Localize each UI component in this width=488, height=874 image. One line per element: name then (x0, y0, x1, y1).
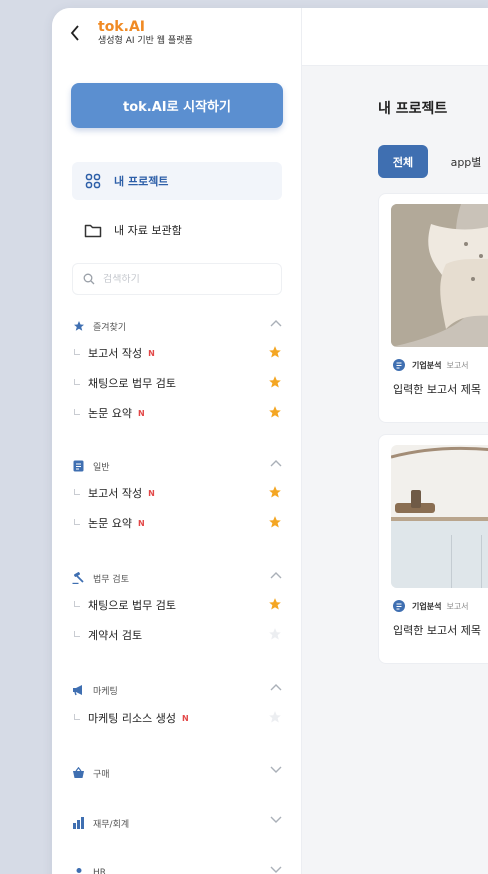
document-icon (393, 600, 405, 612)
top-bar (302, 8, 488, 66)
nav-label: 내 자료 보관함 (114, 224, 182, 237)
item-label: 계약서 검토 (88, 629, 143, 642)
chevron-down-icon[interactable] (270, 866, 282, 874)
star-icon[interactable] (268, 485, 282, 502)
star-icon[interactable] (268, 515, 282, 532)
item-label: 논문 요약 (88, 407, 132, 420)
start-button[interactable]: tok.AI로 시작하기 (71, 83, 283, 128)
sidebar: tok.AI 생성형 AI 기반 웹 플랫폼 tok.AI로 시작하기 내 프로… (52, 8, 302, 874)
search-icon (83, 273, 95, 285)
chevron-up-icon[interactable] (270, 459, 282, 470)
list-item[interactable]: 논문 요약 N (72, 513, 284, 533)
card-category: 기업분석 (412, 360, 442, 370)
chevron-up-icon[interactable] (270, 571, 282, 582)
card-category: 기업분석 (412, 601, 442, 611)
category-general[interactable]: 일반 (72, 456, 282, 476)
nav-my-archive[interactable]: 내 자료 보관함 (72, 211, 282, 249)
search-box (72, 263, 282, 295)
star-icon[interactable] (268, 597, 282, 614)
card-subcategory: 보고서 (446, 601, 469, 611)
item-label: 마케팅 리소스 생성 (88, 712, 176, 725)
list-item[interactable]: 마케팅 리소스 생성 N (72, 708, 284, 728)
list-item[interactable]: 보고서 작성 N (72, 483, 284, 503)
star-icon[interactable] (268, 405, 282, 422)
category-marketing[interactable]: 마케팅 (72, 680, 282, 700)
category-label: 일반 (93, 462, 110, 473)
star-icon[interactable] (268, 375, 282, 392)
tab-all[interactable]: 전체 (378, 145, 428, 178)
nav-my-projects[interactable]: 내 프로젝트 (72, 162, 282, 200)
new-badge: N (148, 348, 155, 358)
gavel-icon (72, 572, 85, 585)
chevron-left-icon (70, 25, 79, 41)
new-badge: N (148, 488, 155, 498)
new-badge: N (137, 408, 145, 418)
category-legal-review[interactable]: 법무 검토 (72, 568, 282, 588)
category-label: HR (93, 868, 107, 874)
document-icon (72, 460, 85, 473)
search-input[interactable] (103, 273, 263, 285)
megaphone-icon (72, 684, 85, 697)
list-item[interactable]: 계약서 검토 (72, 625, 284, 645)
project-card[interactable]: 기업분석 보고서 입력한 보고서 제목 (378, 434, 488, 664)
item-label: 보고서 작성 (88, 487, 143, 500)
folder-icon (84, 221, 102, 239)
card-thumbnail (391, 445, 488, 588)
chart-icon (72, 817, 85, 830)
new-badge: N (181, 713, 189, 723)
category-label: 즐겨찾기 (93, 322, 127, 333)
app-window: tok.AI 생성형 AI 기반 웹 플랫폼 tok.AI로 시작하기 내 프로… (52, 8, 488, 874)
sidebar-header: tok.AI 생성형 AI 기반 웹 플랫폼 (66, 20, 193, 46)
list-item[interactable]: 논문 요약 N (72, 403, 284, 423)
card-meta: 기업분석 보고서 (393, 600, 469, 612)
category-label: 법무 검토 (93, 574, 129, 585)
tab-by-app[interactable]: app별 (436, 145, 488, 178)
app-tagline: 생성형 AI 기반 웹 플랫폼 (98, 36, 193, 46)
chevron-up-icon[interactable] (270, 683, 282, 694)
star-icon (72, 320, 85, 333)
category-hr[interactable]: HR (72, 863, 282, 874)
project-card[interactable]: 기업분석 보고서 입력한 보고서 제목 (378, 193, 488, 423)
chevron-down-icon[interactable] (270, 766, 282, 777)
category-finance[interactable]: 재무/회계 (72, 813, 282, 833)
category-favorites[interactable]: 즐겨찾기 (72, 316, 282, 336)
list-item[interactable]: 채팅으로 법무 검토 (72, 373, 284, 393)
star-outline-icon[interactable] (268, 627, 282, 644)
list-item[interactable]: 보고서 작성 N (72, 343, 284, 363)
chevron-down-icon[interactable] (270, 816, 282, 827)
app-name: tok.AI (98, 19, 145, 35)
category-label: 구매 (93, 769, 110, 780)
item-label: 채팅으로 법무 검토 (88, 599, 176, 612)
list-item[interactable]: 채팅으로 법무 검토 (72, 595, 284, 615)
chevron-up-icon[interactable] (270, 319, 282, 330)
basket-icon (72, 767, 85, 780)
card-meta: 기업분석 보고서 (393, 359, 469, 371)
star-icon[interactable] (268, 345, 282, 362)
grid-icon (84, 172, 102, 190)
new-badge: N (137, 518, 145, 528)
brand: tok.AI 생성형 AI 기반 웹 플랫폼 (98, 20, 193, 46)
item-label: 채팅으로 법무 검토 (88, 377, 176, 390)
category-purchase[interactable]: 구매 (72, 763, 282, 783)
card-subcategory: 보고서 (446, 360, 469, 370)
back-button[interactable] (66, 22, 84, 44)
card-title: 입력한 보고서 제목 (393, 383, 481, 396)
star-outline-icon[interactable] (268, 710, 282, 727)
nav-label: 내 프로젝트 (114, 175, 169, 188)
item-label: 보고서 작성 (88, 347, 143, 360)
item-label: 논문 요약 (88, 517, 132, 530)
card-thumbnail (391, 204, 488, 347)
person-icon (72, 867, 85, 874)
document-icon (393, 359, 405, 371)
category-label: 마케팅 (93, 686, 118, 697)
card-title: 입력한 보고서 제목 (393, 624, 481, 637)
category-label: 재무/회계 (93, 819, 130, 830)
page-title: 내 프로젝트 (378, 101, 448, 117)
